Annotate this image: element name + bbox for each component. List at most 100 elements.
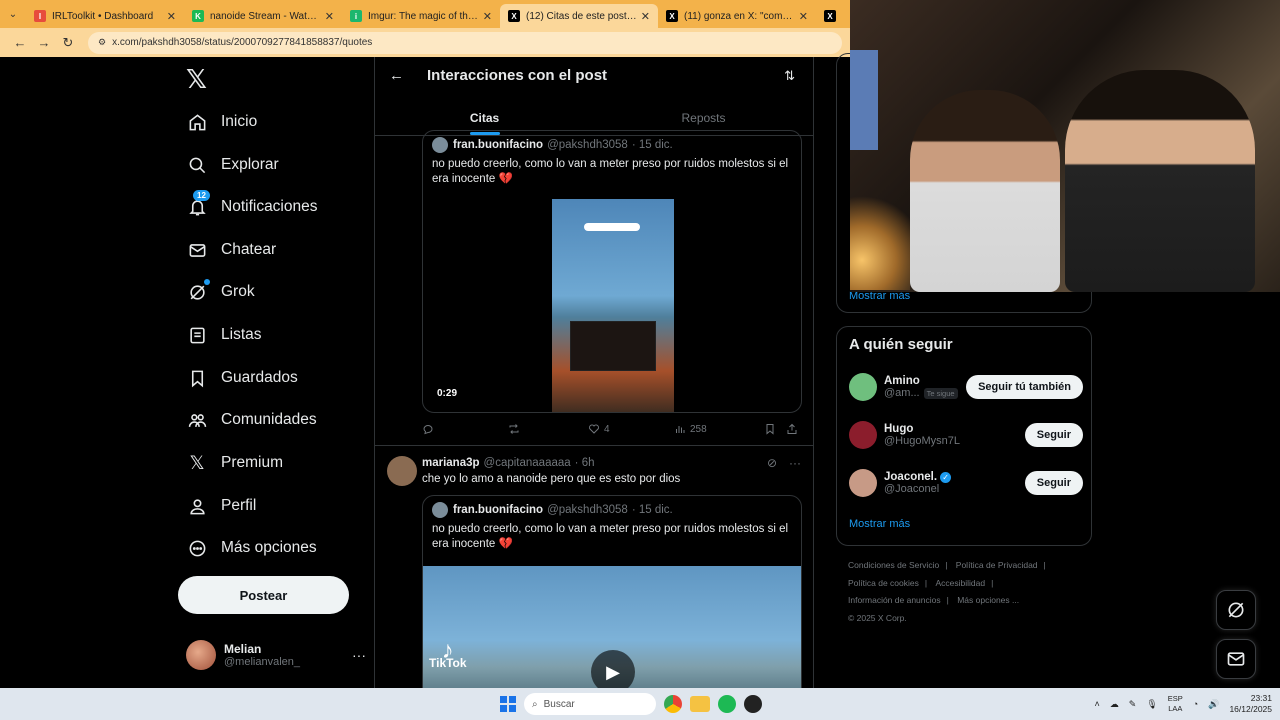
post[interactable]: mariana3p @capitanaaaaaa · 6h ⊘ ··· che … (375, 445, 813, 688)
footer-link[interactable]: Política de cookies (848, 578, 919, 588)
person-icon (186, 495, 208, 517)
footer-link[interactable]: Condiciones de Servicio (848, 560, 939, 570)
footer-link[interactable]: Más opciones ... (957, 595, 1019, 605)
author-name[interactable]: mariana3p (422, 457, 480, 469)
grok-icon (1228, 602, 1244, 618)
tab-title: (11) gonza en X: "como lo van (684, 10, 795, 22)
nav-item-more[interactable]: Más opciones (186, 528, 317, 568)
browser-tab[interactable]: I IRLToolkit • Dashboard ✕ (26, 4, 184, 28)
nav-label: Inicio (221, 113, 258, 130)
browser-tab-active[interactable]: X (12) Citas de este post / X ✕ (500, 4, 658, 28)
account-handle: @melianvalen_ (224, 656, 300, 668)
filter-icon[interactable]: ⇅ (784, 68, 795, 84)
like-button[interactable]: 4 (588, 423, 674, 435)
tab-title: Imgur: The magic of the Intern (368, 10, 479, 22)
browser-tab[interactable]: i Imgur: The magic of the Intern ✕ (342, 4, 500, 28)
tab-favicon: X (824, 10, 836, 22)
footer-link[interactable]: Política de Privacidad (956, 560, 1038, 570)
page-header: ← Interacciones con el post ⇅ Citas Repo… (375, 57, 813, 136)
reload-icon[interactable]: ↻ (56, 35, 80, 51)
video-thumbnail[interactable]: ♪ TikTok ▶ (423, 566, 801, 688)
more-circle-icon (186, 537, 208, 559)
avatar (849, 373, 877, 401)
follows-you-tag: Te sigue (923, 387, 958, 399)
tab-search-button[interactable]: ⌄ (0, 0, 26, 28)
grok-fab-button[interactable] (1216, 590, 1256, 630)
reply-button[interactable] (422, 423, 508, 435)
follow-suggestion[interactable]: Amino @am... Te sigue Seguir tú también (849, 369, 1083, 405)
spotify-icon[interactable] (718, 695, 736, 713)
author-name[interactable]: fran.buonifacino (453, 139, 543, 151)
tab-favicon: X (666, 10, 678, 22)
views-button[interactable]: 258 (674, 423, 764, 435)
nav-item-premium[interactable]: 𝕏 Premium (186, 443, 283, 483)
nav-item-profile[interactable]: Perfil (186, 486, 256, 526)
section-title: A quién seguir (849, 336, 953, 353)
post-button[interactable]: Postear (178, 576, 349, 614)
site-info-icon[interactable]: ⚙ (98, 37, 106, 48)
browser-tab[interactable]: X (11) gonza en X: "como lo van ✕ (658, 4, 816, 28)
taskbar-search[interactable]: ⌕ Buscar (524, 693, 656, 715)
clock[interactable]: 23:31 16/12/2025 (1229, 693, 1272, 715)
x-logo-icon[interactable]: 𝕏 (186, 65, 207, 95)
nav-item-grok[interactable]: Grok (186, 272, 255, 312)
back-icon[interactable]: ← (8, 35, 32, 50)
close-icon[interactable]: ✕ (325, 10, 334, 23)
follow-button[interactable]: Seguir (1024, 471, 1083, 495)
mic-icon[interactable]: 🎙 (1146, 699, 1157, 710)
wifi-icon[interactable]: ◔ (1193, 699, 1198, 709)
footer-link[interactable]: Accesibilidad (935, 578, 985, 588)
account-switcher[interactable]: Melian @melianvalen_ ··· (186, 637, 366, 673)
quoted-post[interactable]: fran.buonifacino @pakshdh3058 · 15 dic. … (422, 130, 802, 413)
footer-link[interactable]: Información de anuncios (848, 595, 941, 605)
nav-item-explore[interactable]: Explorar (186, 145, 279, 185)
volume-icon[interactable]: 🔊 (1208, 699, 1219, 710)
grok-icon[interactable]: ⊘ (767, 456, 777, 470)
close-icon[interactable]: ✕ (483, 10, 492, 23)
follow-suggestion[interactable]: Joaconel. ✓ @Joaconel Seguir (849, 465, 1083, 501)
nav-label: Grok (221, 283, 255, 300)
network-icon[interactable]: ☁ (1110, 699, 1119, 710)
video-url-pill (584, 223, 640, 231)
back-arrow-icon[interactable]: ← (389, 67, 404, 84)
obs-icon[interactable] (744, 695, 762, 713)
close-icon[interactable]: ✕ (641, 10, 650, 23)
language-indicator[interactable]: ESP LAA (1168, 694, 1183, 714)
pen-icon[interactable]: ✎ (1129, 699, 1137, 710)
file-explorer-icon[interactable] (690, 696, 710, 712)
play-button[interactable]: ▶ (591, 650, 635, 688)
author-name[interactable]: fran.buonifacino (453, 504, 543, 516)
more-icon[interactable]: ··· (789, 456, 801, 470)
quoted-post[interactable]: fran.buonifacino @pakshdh3058 · 15 dic. … (422, 495, 802, 688)
nav-item-bookmarks[interactable]: Guardados (186, 358, 298, 398)
browser-tab[interactable]: X (1 (816, 4, 846, 28)
share-button[interactable] (786, 423, 802, 435)
video-inset (570, 321, 656, 371)
avatar[interactable] (387, 456, 417, 486)
url-field[interactable]: ⚙ x.com/pakshdh3058/status/2000709277841… (88, 31, 842, 54)
messages-fab-button[interactable] (1216, 639, 1256, 679)
follow-back-button[interactable]: Seguir tú también (966, 375, 1083, 399)
nav-item-chat[interactable]: Chatear (186, 230, 276, 270)
show-more-link[interactable]: Mostrar más (849, 518, 910, 530)
repost-button[interactable] (508, 423, 588, 435)
follow-button[interactable]: Seguir (1024, 423, 1083, 447)
follow-suggestion[interactable]: Hugo @HugoMysn7L Seguir (849, 417, 1083, 453)
nav-item-notifications[interactable]: 12 Notificaciones (186, 187, 318, 227)
more-icon[interactable]: ··· (352, 647, 366, 663)
chevron-up-icon[interactable]: ˄ (1095, 699, 1100, 709)
forward-icon[interactable]: → (32, 35, 56, 50)
close-icon[interactable]: ✕ (167, 10, 176, 23)
bookmark-button[interactable] (764, 423, 786, 435)
nav-item-communities[interactable]: Comunidades (186, 400, 317, 440)
footer-links: Condiciones de Servicio | Política de Pri… (848, 557, 1088, 627)
chrome-icon[interactable] (664, 695, 682, 713)
windows-start-icon[interactable] (500, 696, 516, 712)
nav-item-lists[interactable]: Listas (186, 315, 262, 355)
video-thumbnail[interactable] (552, 199, 674, 412)
nav-item-home[interactable]: Inicio (186, 102, 257, 142)
like-count: 4 (604, 423, 610, 435)
browser-tab[interactable]: K nanoide Stream - Watch Live o ✕ (184, 4, 342, 28)
close-icon[interactable]: ✕ (799, 10, 808, 23)
list-icon (186, 324, 208, 346)
